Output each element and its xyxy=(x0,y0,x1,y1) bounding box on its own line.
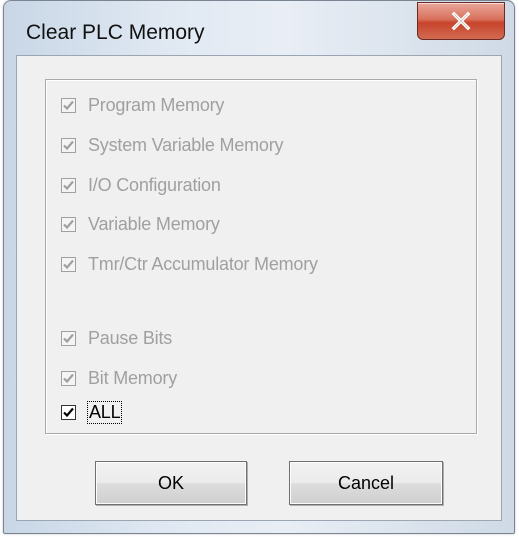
title-bar[interactable]: Clear PLC Memory xyxy=(4,1,514,61)
checkmark-icon xyxy=(61,370,76,386)
checkbox-label: Tmr/Ctr Accumulator Memory xyxy=(88,253,318,274)
checkbox-label: Bit Memory xyxy=(88,367,178,388)
checkbox-system-variable-memory[interactable]: System Variable Memory xyxy=(61,133,284,157)
close-x-icon xyxy=(451,11,471,31)
checkmark-icon xyxy=(61,256,76,272)
checkbox-label: Program Memory xyxy=(88,94,225,115)
checkbox-label: Pause Bits xyxy=(88,327,173,348)
close-button[interactable] xyxy=(417,2,505,40)
checkbox-io-configuration[interactable]: I/O Configuration xyxy=(61,173,221,197)
cancel-button[interactable]: Cancel xyxy=(289,461,443,505)
dialog-title: Clear PLC Memory xyxy=(26,21,205,44)
checkbox-label: ALL xyxy=(86,400,123,424)
dialog-window: Clear PLC Memory Program Memory System V… xyxy=(3,0,515,534)
dialog-client-area: Program Memory System Variable Memory I/… xyxy=(16,55,502,521)
checkbox-label: I/O Configuration xyxy=(88,174,221,195)
checkmark-icon xyxy=(61,177,76,193)
ok-button[interactable]: OK xyxy=(95,461,247,505)
checkbox-label: Variable Memory xyxy=(88,213,220,234)
checkbox-label: System Variable Memory xyxy=(88,134,284,155)
checkbox-pause-bits[interactable]: Pause Bits xyxy=(61,326,172,350)
checkmark-icon xyxy=(61,404,76,420)
checkmark-icon xyxy=(61,97,76,113)
checkmark-icon xyxy=(61,216,76,232)
checkmark-icon xyxy=(61,137,76,153)
checkbox-program-memory[interactable]: Program Memory xyxy=(61,93,224,117)
checkbox-all[interactable]: ALL xyxy=(61,400,123,424)
checkmark-icon xyxy=(61,330,76,346)
checkbox-variable-memory[interactable]: Variable Memory xyxy=(61,212,220,236)
checkbox-tmr-ctr-accumulator-memory[interactable]: Tmr/Ctr Accumulator Memory xyxy=(61,252,318,276)
checkbox-bit-memory[interactable]: Bit Memory xyxy=(61,366,177,390)
